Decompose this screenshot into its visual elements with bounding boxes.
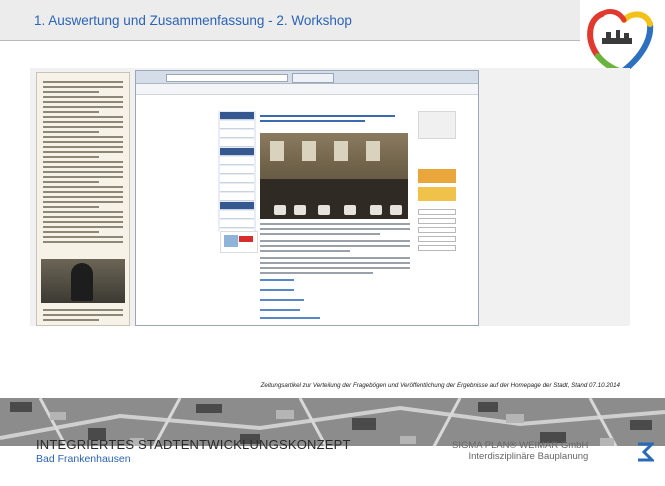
person-figure — [71, 263, 93, 301]
footer-title: INTEGRIERTES STADTENTWICKLUNGSKONZEPT — [36, 437, 351, 452]
company-block: SIGMA PLAN® WEIMAR GmbH Interdisziplinär… — [452, 440, 588, 462]
heart-logo-icon — [587, 9, 654, 74]
site-link — [260, 279, 294, 281]
site-sidebar-right — [418, 111, 456, 271]
slide-title: 1. Auswertung und Zusammenfassung - 2. W… — [34, 13, 352, 28]
browser-address-bar — [166, 74, 288, 82]
site-link — [260, 289, 294, 291]
homepage-screenshot — [135, 70, 479, 326]
site-navigation — [218, 111, 256, 237]
clipping-caption — [43, 309, 123, 324]
browser-toolbar — [136, 71, 478, 84]
title-band: 1. Auswertung und Zusammenfassung - 2. W… — [0, 0, 580, 41]
site-link — [260, 299, 304, 301]
company-name: SIGMA PLAN® WEIMAR GmbH — [452, 440, 589, 451]
browser-menu-bar — [136, 84, 478, 95]
browser-tab — [292, 73, 334, 83]
slide: 1. Auswertung und Zusammenfassung - 2. W… — [0, 0, 665, 486]
sigmaplan-logo-icon — [638, 442, 654, 462]
site-link — [260, 309, 300, 311]
clipping-text-block — [43, 81, 123, 246]
site-link — [260, 317, 320, 319]
workshop-photo — [260, 133, 408, 219]
site-article-text — [260, 223, 410, 277]
site-banner — [220, 231, 258, 253]
company-tagline: Interdisziplinäre Bauplanung — [468, 451, 589, 462]
image-caption: Zeitungsartikel zur Verteilung der Frage… — [260, 382, 620, 389]
footer-subtitle: Bad Frankenhausen — [36, 453, 131, 465]
site-headline — [260, 115, 410, 131]
clipping-photo — [41, 259, 125, 303]
newspaper-clipping — [36, 72, 130, 326]
